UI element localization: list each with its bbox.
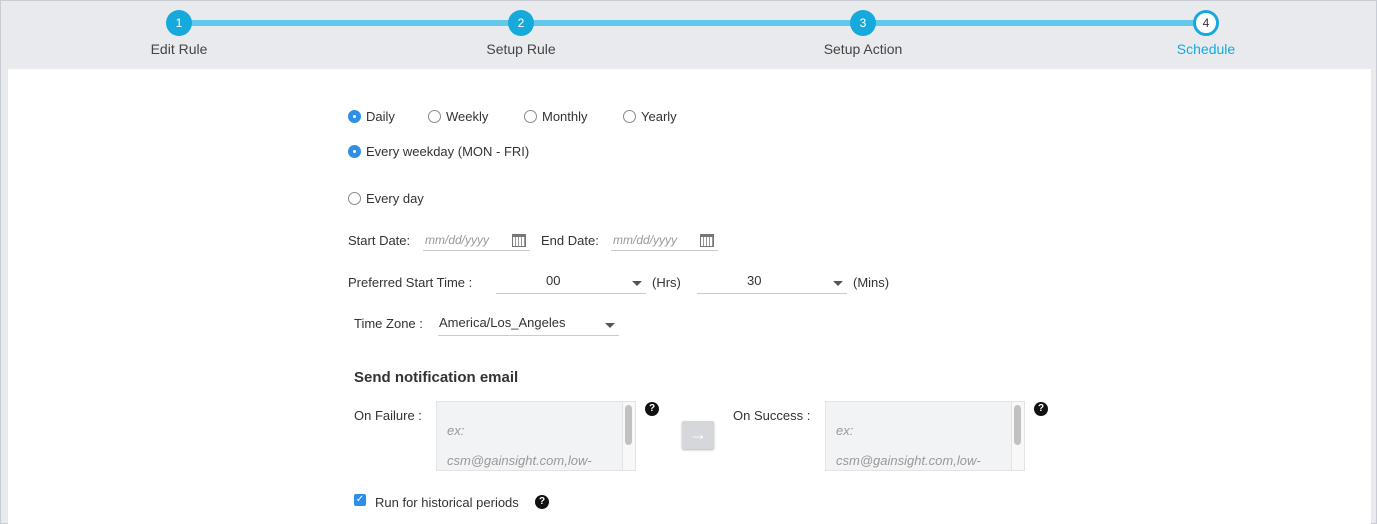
wizard-stepper: 1 Edit Rule 2 Setup Rule 3 Setup Action … [1,1,1376,69]
chevron-down-icon [632,281,642,286]
weekly-label[interactable]: Weekly [446,109,488,124]
daily-label[interactable]: Daily [366,109,395,124]
step-1-circle[interactable]: 1 [166,10,192,36]
monthly-label[interactable]: Monthly [542,109,588,124]
on-failure-email-textarea[interactable]: ex: csm@gainsight.com,low- [436,401,636,471]
every-day-radio[interactable] [348,192,361,205]
step-4-label[interactable]: Schedule [1126,41,1286,57]
on-success-scrollbar[interactable] [1014,405,1021,445]
hours-value: 00 [546,273,561,288]
start-time-label: Preferred Start Time : [348,275,473,290]
minutes-select[interactable]: 30 [697,270,847,294]
hours-unit-label: (Hrs) [652,275,681,290]
on-success-email-textarea[interactable]: ex: csm@gainsight.com,low- [825,401,1025,471]
notification-heading: Send notification email [354,369,519,386]
copy-emails-arrow-button[interactable]: → [682,421,714,449]
start-date-calendar-icon[interactable] [512,234,526,247]
on-failure-label: On Failure : [354,408,422,423]
on-failure-placeholder-line-2: csm@gainsight.com,low- [447,453,592,468]
schedule-panel: Daily Weekly Monthly Yearly Every weekda… [8,69,1371,524]
step-2-label[interactable]: Setup Rule [441,41,601,57]
hours-select[interactable]: 00 [496,270,646,294]
stepper-track [179,20,1206,26]
timezone-value: America/Los_Angeles [439,315,566,330]
step-3-circle[interactable]: 3 [850,10,876,36]
on-failure-help-icon[interactable]: ? [645,402,659,416]
step-1-label[interactable]: Edit Rule [99,41,259,57]
timezone-label: Time Zone : [354,316,423,331]
window-frame: 1 Edit Rule 2 Setup Rule 3 Setup Action … [0,0,1377,524]
on-success-placeholder-line-2: csm@gainsight.com,low- [836,453,981,468]
step-4-circle[interactable]: 4 [1193,10,1219,36]
end-date-label: End Date: [541,233,599,248]
every-weekday-label[interactable]: Every weekday (MON - FRI) [366,144,529,159]
on-failure-placeholder-line-1: ex: [447,423,465,438]
end-date-calendar-icon[interactable] [700,234,714,247]
weekly-radio[interactable] [428,110,441,123]
on-failure-scrollbar[interactable] [625,405,632,445]
on-success-label: On Success : [733,408,811,423]
on-success-placeholder-line-1: ex: [836,423,854,438]
timezone-select[interactable]: America/Los_Angeles [438,312,619,336]
chevron-down-icon [833,281,843,286]
yearly-radio[interactable] [623,110,636,123]
yearly-label[interactable]: Yearly [641,109,677,124]
every-day-label[interactable]: Every day [366,191,424,206]
step-2-circle[interactable]: 2 [508,10,534,36]
minutes-unit-label: (Mins) [853,275,890,290]
every-weekday-radio[interactable] [348,145,361,158]
chevron-down-icon [605,323,615,328]
historical-help-icon[interactable]: ? [535,495,549,509]
monthly-radio[interactable] [524,110,537,123]
daily-radio[interactable] [348,110,361,123]
start-date-label: Start Date: [348,233,411,248]
step-3-label[interactable]: Setup Action [783,41,943,57]
historical-periods-checkbox[interactable]: ✓ [354,494,366,506]
historical-periods-label[interactable]: Run for historical periods [375,495,519,510]
minutes-value: 30 [747,273,762,288]
on-success-help-icon[interactable]: ? [1034,402,1048,416]
